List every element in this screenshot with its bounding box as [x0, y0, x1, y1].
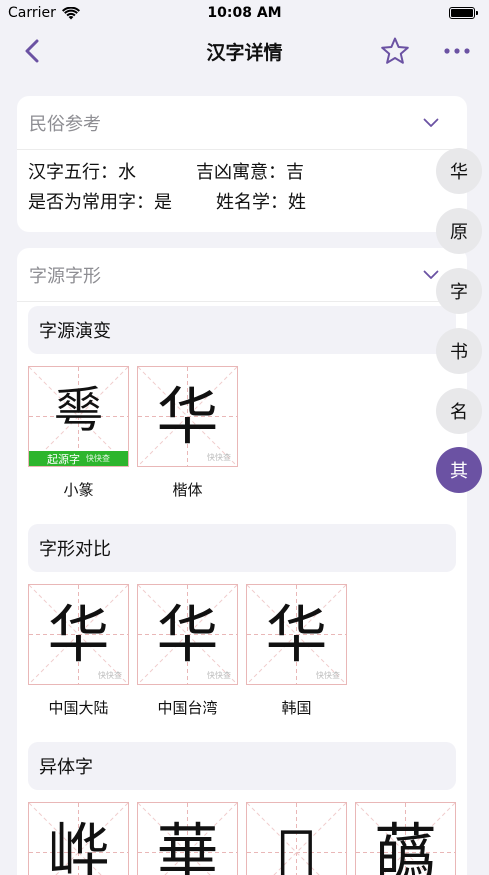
glyph-box: 𦻏: [246, 802, 347, 875]
glyph-item[interactable]: 蘤: [355, 802, 456, 875]
glyph-char: 蘤: [374, 815, 437, 875]
carrier-label: Carrier: [8, 5, 56, 21]
chevron-down-icon: [423, 270, 439, 279]
surname-item: 姓名学：姓: [216, 192, 306, 213]
folk-info-row: 是否为常用字：是 姓名学：姓: [17, 186, 467, 216]
side-index-item[interactable]: 名: [436, 388, 482, 434]
glyph-box: 𠌶 起源字 快快查: [28, 366, 129, 467]
glyph-char: 𦻏: [277, 815, 316, 875]
watermark: 快快查: [207, 671, 231, 680]
side-index-item[interactable]: 原: [436, 208, 482, 254]
glyph-box: 華: [137, 802, 238, 875]
glyph-item[interactable]: 华 快快查 韩国: [246, 584, 347, 718]
origin-glyph-title: 字源字形: [29, 265, 101, 287]
nav-actions: [379, 35, 473, 67]
glyph-box: 华 快快查: [246, 584, 347, 685]
evolution-header: 字源演变: [28, 306, 456, 354]
glyph-box: 华 快快查: [137, 584, 238, 685]
common-char-item: 是否为常用字：是: [28, 192, 172, 213]
variants-header: 异体字: [28, 742, 456, 790]
wifi-icon: [61, 6, 80, 19]
origin-glyph-card: 字源字形 字源演变 𠌶 起源字 快快查 小篆 华 快快查 楷体 字形对比 华 快…: [17, 248, 467, 875]
folk-info-row: 汉字五行：水 吉凶寓意：吉: [17, 156, 467, 186]
wuxing-item: 汉字五行：水: [28, 162, 136, 183]
glyph-item[interactable]: 华 快快查 楷体: [137, 366, 238, 500]
side-index-item[interactable]: 书: [436, 328, 482, 374]
watermark: 快快查: [207, 453, 231, 462]
variants-row: 㟆 華 𦻏 蘤: [17, 790, 467, 875]
ellipsis-icon: [444, 48, 470, 54]
folk-reference-card: 民俗参考 汉字五行：水 吉凶寓意：吉 是否为常用字：是 姓名学：姓: [17, 96, 467, 232]
status-left: Carrier: [8, 5, 80, 21]
side-index-item[interactable]: 字: [436, 268, 482, 314]
watermark: 快快查: [98, 671, 122, 680]
status-bar: Carrier 10:08 AM: [0, 0, 489, 26]
glyph-box: 㟆: [28, 802, 129, 875]
folk-reference-title: 民俗参考: [29, 113, 101, 135]
glyph-label: 小篆: [63, 481, 94, 499]
side-index-item-active[interactable]: 其: [436, 447, 482, 493]
fortune-item: 吉凶寓意：吉: [196, 162, 304, 183]
evolution-row: 𠌶 起源字 快快查 小篆 华 快快查 楷体: [17, 354, 467, 500]
glyph-char: 㟆: [47, 815, 110, 875]
back-button[interactable]: [16, 35, 48, 67]
glyph-label: 楷体: [172, 481, 203, 499]
glyph-item[interactable]: 𠌶 起源字 快快查 小篆: [28, 366, 129, 500]
chevron-left-icon: [25, 39, 39, 63]
glyph-box: 华 快快查: [28, 584, 129, 685]
star-outline-icon: [381, 37, 409, 64]
glyph-item[interactable]: 華: [137, 802, 238, 875]
glyph-item[interactable]: 华 快快查 中国大陆: [28, 584, 129, 718]
glyph-char: 華: [156, 815, 219, 875]
nav-bar: 汉字详情: [0, 26, 489, 76]
compare-row: 华 快快查 中国大陆 华 快快查 中国台湾 华 快快查 韩国: [17, 572, 467, 718]
compare-header: 字形对比: [28, 524, 456, 572]
glyph-item[interactable]: 𦻏: [246, 802, 347, 875]
battery-level: [451, 9, 473, 17]
origin-glyph-header[interactable]: 字源字形: [17, 248, 467, 302]
side-index-item[interactable]: 华: [436, 148, 482, 194]
origin-badge: 起源字 快快查: [29, 451, 128, 466]
glyph-item[interactable]: 华 快快查 中国台湾: [137, 584, 238, 718]
glyph-box: 蘤: [355, 802, 456, 875]
watermark: 快快查: [316, 671, 340, 680]
chevron-down-icon: [423, 118, 439, 127]
glyph-label: 中国大陆: [48, 699, 109, 717]
folk-info: 汉字五行：水 吉凶寓意：吉 是否为常用字：是 姓名学：姓: [17, 150, 467, 216]
glyph-label: 韩国: [281, 699, 312, 717]
more-button[interactable]: [441, 35, 473, 67]
favorite-button[interactable]: [379, 35, 411, 67]
glyph-item[interactable]: 㟆: [28, 802, 129, 875]
glyph-box: 华 快快查: [137, 366, 238, 467]
folk-reference-header[interactable]: 民俗参考: [17, 96, 467, 150]
glyph-label: 中国台湾: [157, 699, 218, 717]
battery-icon: [449, 7, 478, 19]
